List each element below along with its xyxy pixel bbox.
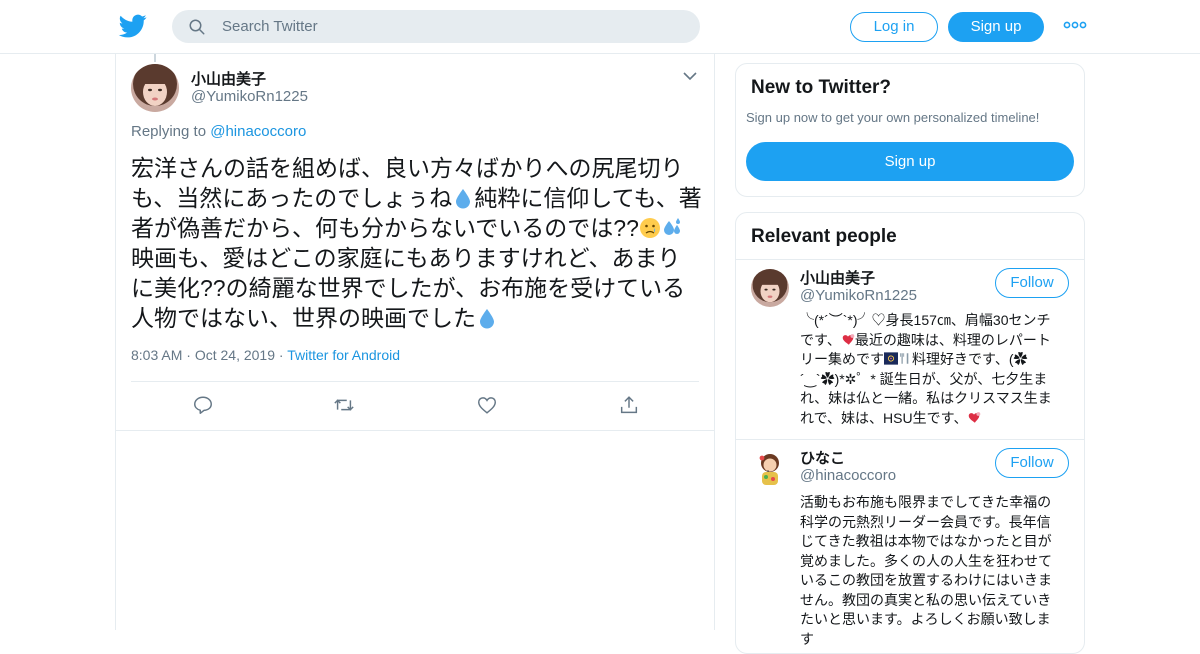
- person-item[interactable]: 小山由美子 @YumikoRn1225 Follow ╰(*´︶`*)╯♡身長1…: [736, 259, 1084, 439]
- replying-prefix: Replying to: [131, 123, 207, 140]
- signup-button-large[interactable]: Sign up: [746, 142, 1074, 181]
- tweet-source[interactable]: Twitter for Android: [287, 347, 400, 363]
- tweet-actions: [116, 394, 714, 418]
- avatar[interactable]: [751, 449, 789, 487]
- tweet-date[interactable]: Oct 24, 2019: [195, 347, 275, 363]
- divider: [116, 430, 714, 431]
- droplet-icon: [480, 309, 494, 329]
- new-to-twitter-title: New to Twitter?: [751, 77, 892, 98]
- fireworks-icon: [884, 352, 898, 365]
- person-bio: 活動もお布施も限界までしてきた幸福の科学の元熱烈リーダー会員です。長年信じてきた…: [800, 494, 1052, 647]
- tweet-time[interactable]: 8:03 AM: [131, 347, 182, 363]
- more-options-icon[interactable]: [1063, 18, 1087, 32]
- like-icon[interactable]: [476, 394, 498, 416]
- sweat-droplets-icon: [663, 218, 680, 235]
- droplet-icon: [456, 189, 471, 209]
- tweet-column: 小山由美子 @YumikoRn1225 Replying to @hinacoc…: [115, 54, 715, 630]
- person-name[interactable]: ひなこ: [800, 447, 845, 468]
- avatar[interactable]: [751, 269, 789, 307]
- tweet-text: 宏洋さんの話を組めば、良い方々ばかりへの尻尾切りも、当然にあったのでしょぅね 純粋…: [131, 153, 703, 333]
- thread-connector: [154, 54, 156, 62]
- divider: [131, 381, 699, 382]
- fork-knife-icon: [900, 353, 909, 364]
- person-item[interactable]: ひなこ @hinacoccoro Follow 活動もお布施も限界までしてきた幸…: [736, 439, 1084, 653]
- person-handle[interactable]: @hinacoccoro: [800, 467, 896, 484]
- crying-face-icon: [639, 218, 660, 238]
- meta-separator: ·: [186, 347, 191, 363]
- person-bio: ╰(*´︶`*)╯♡身長157㎝、肩幅30センチです、 最近の趣味は、料理のレパー…: [800, 311, 1064, 428]
- reply-icon[interactable]: [192, 394, 214, 416]
- share-icon[interactable]: [618, 394, 640, 416]
- two-hearts-icon: [842, 333, 855, 345]
- signup-button[interactable]: Sign up: [948, 12, 1044, 42]
- person-handle[interactable]: @YumikoRn1225: [800, 287, 917, 304]
- follow-button[interactable]: Follow: [995, 268, 1069, 298]
- meta-separator: ·: [278, 347, 284, 363]
- search-input[interactable]: [222, 10, 682, 43]
- two-hearts-icon: [969, 411, 981, 423]
- author-name[interactable]: 小山由美子: [191, 68, 266, 89]
- relevant-people-card: Relevant people 小山由美子 @YumikoRn1225 Foll…: [735, 212, 1085, 654]
- avatar[interactable]: [131, 64, 179, 112]
- twitter-bird-icon[interactable]: [118, 12, 148, 40]
- follow-button[interactable]: Follow: [995, 448, 1069, 478]
- tweet-text-part3: 映画も、愛はどこの家庭にもありますけれど、あまりに美化??の綺麗な世界でしたが、…: [131, 245, 686, 331]
- search-icon: [189, 19, 205, 35]
- top-bar: Log in Sign up: [0, 0, 1200, 54]
- replying-to-link[interactable]: @hinacoccoro: [210, 123, 306, 140]
- search-bar[interactable]: [172, 10, 700, 43]
- chevron-down-icon[interactable]: [682, 70, 698, 82]
- replying-to: Replying to @hinacoccoro: [131, 123, 306, 140]
- new-to-twitter-card: New to Twitter? Sign up now to get your …: [735, 63, 1085, 197]
- relevant-people-title: Relevant people: [751, 226, 897, 247]
- login-button[interactable]: Log in: [850, 12, 938, 42]
- author-handle[interactable]: @YumikoRn1225: [191, 88, 308, 105]
- person-name[interactable]: 小山由美子: [800, 267, 875, 288]
- retweet-icon[interactable]: [333, 394, 355, 416]
- tweet-meta: 8:03 AM · Oct 24, 2019 · Twitter for And…: [131, 347, 400, 363]
- new-to-twitter-subtitle: Sign up now to get your own personalized…: [746, 110, 1040, 125]
